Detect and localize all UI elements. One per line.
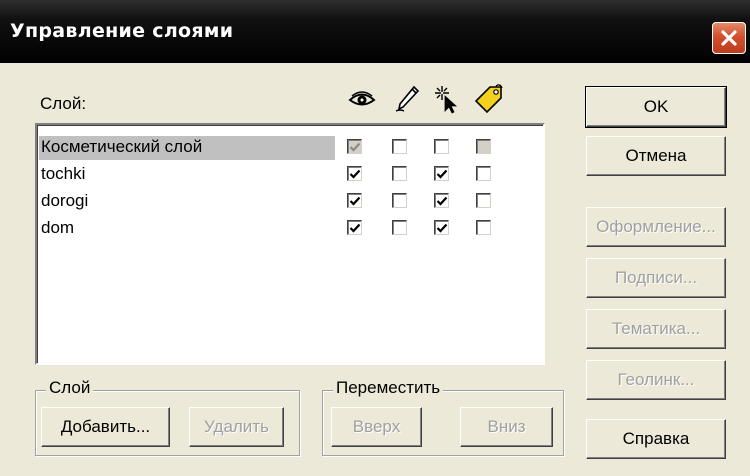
help-button[interactable]: Справка (586, 419, 726, 459)
pencil-icon (395, 85, 420, 112)
move-group-title: Переместить (333, 378, 444, 398)
editable-checkbox[interactable] (392, 166, 407, 181)
visible-checkbox[interactable] (347, 139, 362, 154)
list-item[interactable]: tochki (37, 160, 543, 187)
list-item[interactable]: dorogi (37, 187, 543, 214)
labels-checkbox[interactable] (476, 193, 491, 208)
move-down-button[interactable]: Вниз (460, 407, 553, 447)
add-layer-button[interactable]: Добавить... (41, 407, 170, 447)
move-up-button[interactable]: Вверх (331, 407, 422, 447)
layer-listbox[interactable]: Косметический слой tochki dorogi dom (35, 123, 545, 365)
layer-group-title: Слой (46, 378, 94, 398)
ok-button[interactable]: OK (585, 86, 727, 128)
labels-checkbox[interactable] (476, 139, 491, 154)
selectable-checkbox[interactable] (434, 166, 449, 181)
visible-checkbox[interactable] (347, 193, 362, 208)
visible-checkbox[interactable] (347, 166, 362, 181)
layer-list-label: Слой: (40, 94, 87, 113)
title-bar: Управление слоями (0, 0, 750, 63)
editable-checkbox[interactable] (392, 193, 407, 208)
pointer-star-icon (435, 86, 458, 114)
delete-layer-button[interactable]: Удалить (189, 407, 284, 447)
list-item[interactable]: dom (37, 214, 543, 241)
list-item[interactable]: Косметический слой (37, 133, 543, 160)
cancel-button[interactable]: Отмена (586, 136, 726, 176)
editable-checkbox[interactable] (392, 139, 407, 154)
tag-icon (474, 84, 503, 114)
selectable-checkbox[interactable] (434, 139, 449, 154)
layer-name[interactable]: tochki (39, 163, 87, 187)
editable-checkbox[interactable] (392, 220, 407, 235)
close-button[interactable] (712, 22, 746, 54)
layer-name[interactable]: dom (39, 217, 76, 241)
close-icon (721, 30, 737, 46)
geolink-button[interactable]: Геолинк... (586, 360, 726, 400)
window-title: Управление слоями (10, 20, 234, 42)
style-button[interactable]: Оформление... (586, 207, 726, 247)
eye-icon (348, 91, 376, 106)
labels-button[interactable]: Подписи... (586, 258, 726, 298)
visible-checkbox[interactable] (347, 220, 362, 235)
selectable-checkbox[interactable] (434, 193, 449, 208)
selectable-checkbox[interactable] (434, 220, 449, 235)
labels-checkbox[interactable] (476, 166, 491, 181)
layer-name[interactable]: dorogi (39, 190, 90, 214)
labels-checkbox[interactable] (476, 220, 491, 235)
layer-name[interactable]: Косметический слой (39, 136, 335, 160)
thematic-button[interactable]: Тематика... (586, 309, 726, 349)
